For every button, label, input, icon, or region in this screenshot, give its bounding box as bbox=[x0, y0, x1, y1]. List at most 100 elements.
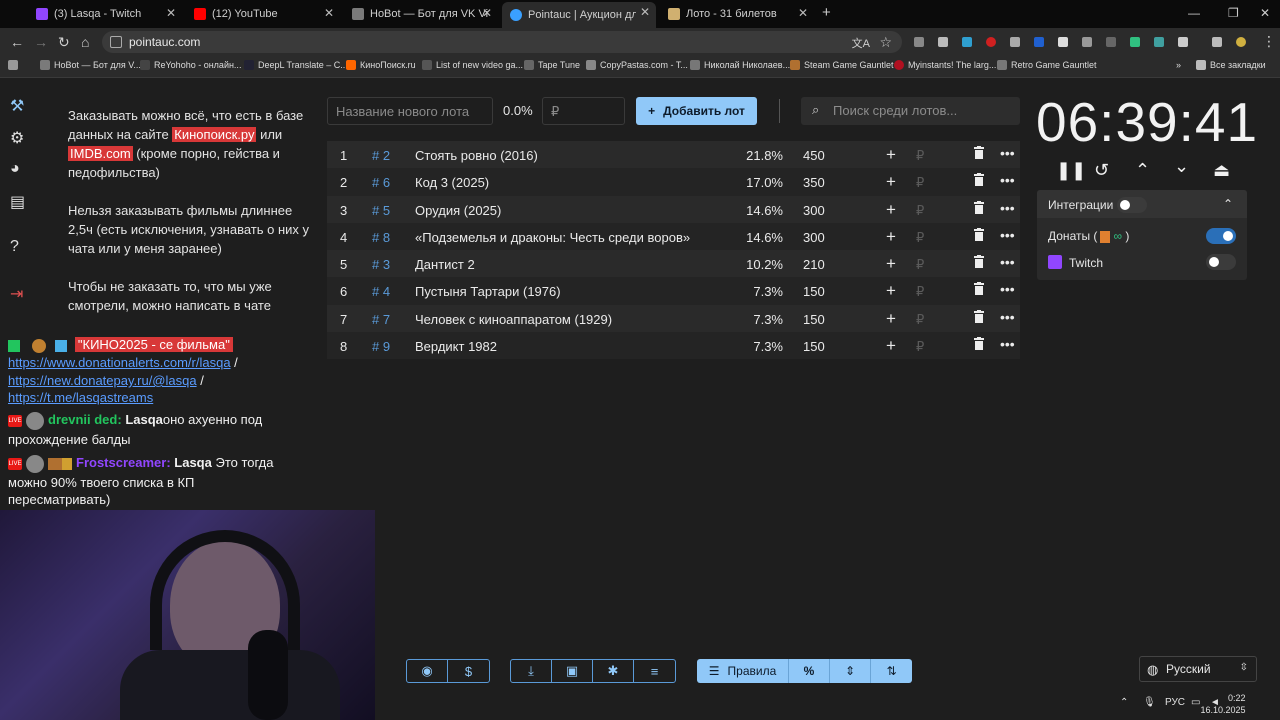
add-amount-plus-icon[interactable]: + bbox=[886, 336, 896, 356]
bookmark-item[interactable]: CopyPastas.com - T... bbox=[586, 60, 688, 70]
bug-report-icon[interactable]: ✱ bbox=[593, 660, 634, 682]
logout-icon[interactable]: ⇥ bbox=[10, 284, 23, 304]
add-amount-plus-icon[interactable]: + bbox=[886, 281, 896, 301]
extension-icon[interactable] bbox=[1130, 37, 1140, 47]
delete-trash-icon[interactable] bbox=[974, 173, 984, 187]
add-amount-plus-icon[interactable]: + bbox=[886, 254, 896, 274]
site-info-icon[interactable] bbox=[110, 36, 122, 48]
close-tab-icon[interactable]: ✕ bbox=[482, 6, 492, 20]
bookmark-item[interactable]: Tape Tune bbox=[524, 60, 580, 70]
home-icon[interactable]: ⌂ bbox=[81, 34, 89, 50]
lot-row[interactable]: 7 # 7 Человек с киноаппаратом (1929) 7.3% 15… bbox=[327, 304, 1020, 333]
sort-icon[interactable]: ⇅ bbox=[871, 659, 912, 683]
extension-icon[interactable] bbox=[938, 37, 948, 47]
new-tab-icon[interactable]: + bbox=[822, 4, 831, 21]
imdb-link[interactable]: IMDB.com bbox=[68, 146, 133, 161]
extension-icon[interactable] bbox=[1058, 37, 1068, 47]
delete-trash-icon[interactable] bbox=[974, 282, 984, 296]
close-tab-icon[interactable]: ✕ bbox=[640, 5, 650, 19]
lot-row[interactable]: 5 # 3 Дантист 2 10.2% 210 + ₽ ••• bbox=[327, 250, 1020, 278]
all-bookmarks-folder[interactable]: Все закладки bbox=[1196, 60, 1266, 70]
integrations-master-toggle[interactable] bbox=[1117, 197, 1147, 213]
lot-name[interactable]: Дантист 2 bbox=[415, 257, 475, 272]
lot-row[interactable]: 6 # 4 Пустыня Тартари (1976) 7.3% 150 + ₽ ••• bbox=[327, 277, 1020, 305]
reload-icon[interactable]: ↻ bbox=[58, 34, 70, 51]
delete-trash-icon[interactable] bbox=[974, 227, 984, 241]
bookmark-item[interactable]: Николай Николаев... bbox=[690, 60, 790, 70]
bookmark-item[interactable]: ReYohoho - онлайн... bbox=[140, 60, 241, 70]
lot-add-amount-input[interactable]: ₽ bbox=[916, 312, 924, 328]
bookmark-item[interactable]: Myinstants! The larg... bbox=[894, 60, 996, 70]
lot-amount[interactable]: 450 bbox=[803, 148, 825, 163]
lot-amount[interactable]: 150 bbox=[803, 312, 825, 327]
translate-icon[interactable]: 文A bbox=[852, 35, 870, 51]
forward-icon[interactable]: → bbox=[34, 34, 48, 50]
apps-grid-icon[interactable] bbox=[8, 60, 22, 70]
tab-pointauc[interactable]: Pointauc | Аукцион для стримеров ✕ bbox=[502, 2, 656, 28]
lot-id[interactable]: # 4 bbox=[372, 284, 390, 299]
delete-trash-icon[interactable] bbox=[974, 200, 984, 214]
lot-name[interactable]: Стоять ровно (2016) bbox=[415, 148, 538, 163]
extension-icon[interactable] bbox=[962, 37, 972, 47]
system-clock[interactable]: 0:22 16.10.2025 bbox=[1200, 692, 1245, 716]
more-options-icon[interactable]: ••• bbox=[1000, 145, 1015, 161]
lot-name[interactable]: Человек с киноаппаратом (1929) bbox=[415, 312, 612, 327]
lot-name[interactable]: Код 3 (2025) bbox=[415, 175, 489, 190]
address-input[interactable]: pointauc.com 文A ☆ bbox=[102, 31, 902, 53]
donationalerts-link[interactable]: https://www.donationalerts.com/r/lasqa bbox=[8, 355, 231, 370]
restore-icon[interactable]: ❐ bbox=[1228, 6, 1239, 20]
lot-add-amount-input[interactable]: ₽ bbox=[916, 257, 924, 273]
lot-row[interactable]: 2 # 6 Код 3 (2025) 17.0% 350 + ₽ ••• bbox=[327, 168, 1020, 196]
rules-button[interactable]: ☰ Правила bbox=[697, 659, 789, 683]
tab-hobot[interactable]: HoBot — Бот для VK Video ✕ bbox=[344, 3, 498, 25]
lot-search-input[interactable]: ⌕ Поиск среди лотов... bbox=[801, 97, 1020, 125]
minimize-icon[interactable]: — bbox=[1188, 6, 1200, 20]
help-icon[interactable]: ? bbox=[10, 238, 19, 256]
input-language[interactable]: РУС bbox=[1165, 697, 1185, 708]
more-options-icon[interactable]: ••• bbox=[1000, 172, 1015, 188]
subtract-time-down-icon[interactable]: ⌄ bbox=[1174, 156, 1189, 177]
lot-id[interactable]: # 9 bbox=[372, 339, 390, 354]
more-options-icon[interactable]: ••• bbox=[1000, 336, 1015, 352]
back-icon[interactable]: ← bbox=[10, 34, 24, 50]
add-amount-plus-icon[interactable]: + bbox=[886, 145, 896, 165]
lot-amount-input[interactable]: ₽ bbox=[542, 97, 625, 125]
auction-gavel-icon[interactable]: ⚒ bbox=[10, 96, 24, 116]
pause-icon[interactable]: ❚❚ bbox=[1056, 160, 1086, 181]
donatepay-link[interactable]: https://new.donatepay.ru/@lasqa bbox=[8, 373, 197, 388]
kinopoisk-link[interactable]: Кинопоиск.ру bbox=[172, 127, 257, 142]
extension-icon[interactable] bbox=[914, 37, 924, 47]
more-options-icon[interactable]: ••• bbox=[1000, 281, 1015, 297]
reset-timer-icon[interactable]: ↺ bbox=[1094, 160, 1109, 181]
lot-name[interactable]: Пустыня Тартари (1976) bbox=[415, 284, 561, 299]
lot-row[interactable]: 8 # 9 Вердикт 1982 7.3% 150 + ₽ ••• bbox=[327, 332, 1020, 360]
lot-amount[interactable]: 300 bbox=[803, 203, 825, 218]
lot-amount[interactable]: 300 bbox=[803, 230, 825, 245]
mic-tray-icon[interactable]: 🎙 bbox=[1143, 697, 1156, 708]
lot-name[interactable]: Вердикт 1982 bbox=[415, 339, 497, 354]
collapse-chevron-icon[interactable]: ⌃ bbox=[1223, 197, 1233, 211]
eject-icon[interactable]: ⏏ bbox=[1213, 160, 1230, 181]
close-tab-icon[interactable]: ✕ bbox=[166, 6, 176, 20]
add-amount-plus-icon[interactable]: + bbox=[886, 200, 896, 220]
lot-add-amount-input[interactable]: ₽ bbox=[916, 230, 924, 246]
telegram-link[interactable]: https://t.me/lasqastreams bbox=[8, 390, 153, 405]
add-time-up-icon[interactable]: ⌃ bbox=[1135, 160, 1150, 181]
bookmark-item[interactable]: DeepL Translate – C... bbox=[244, 60, 348, 70]
lot-add-amount-input[interactable]: ₽ bbox=[916, 148, 924, 164]
twitch-toggle[interactable] bbox=[1206, 254, 1236, 270]
bookmark-item[interactable]: HoBot — Бот для V... bbox=[40, 60, 141, 70]
percent-toggle-icon[interactable]: % bbox=[789, 659, 830, 683]
more-options-icon[interactable]: ••• bbox=[1000, 227, 1015, 243]
close-tab-icon[interactable]: ✕ bbox=[324, 6, 334, 20]
lot-row[interactable]: 1 # 2 Стоять ровно (2016) 21.8% 450 + ₽ ••• bbox=[327, 141, 1020, 169]
delete-trash-icon[interactable] bbox=[974, 146, 984, 159]
more-options-icon[interactable]: ••• bbox=[1000, 309, 1015, 325]
lot-id[interactable]: # 8 bbox=[372, 230, 390, 245]
more-options-icon[interactable]: ••• bbox=[1000, 254, 1015, 270]
extension-icon[interactable] bbox=[1154, 37, 1164, 47]
clipboard-icon[interactable]: ▤ bbox=[10, 192, 25, 212]
tray-overflow-icon[interactable]: ⌃ bbox=[1120, 697, 1128, 708]
add-amount-plus-icon[interactable]: + bbox=[886, 227, 896, 247]
language-select[interactable]: ◍ Русский ⇳ bbox=[1139, 656, 1257, 682]
